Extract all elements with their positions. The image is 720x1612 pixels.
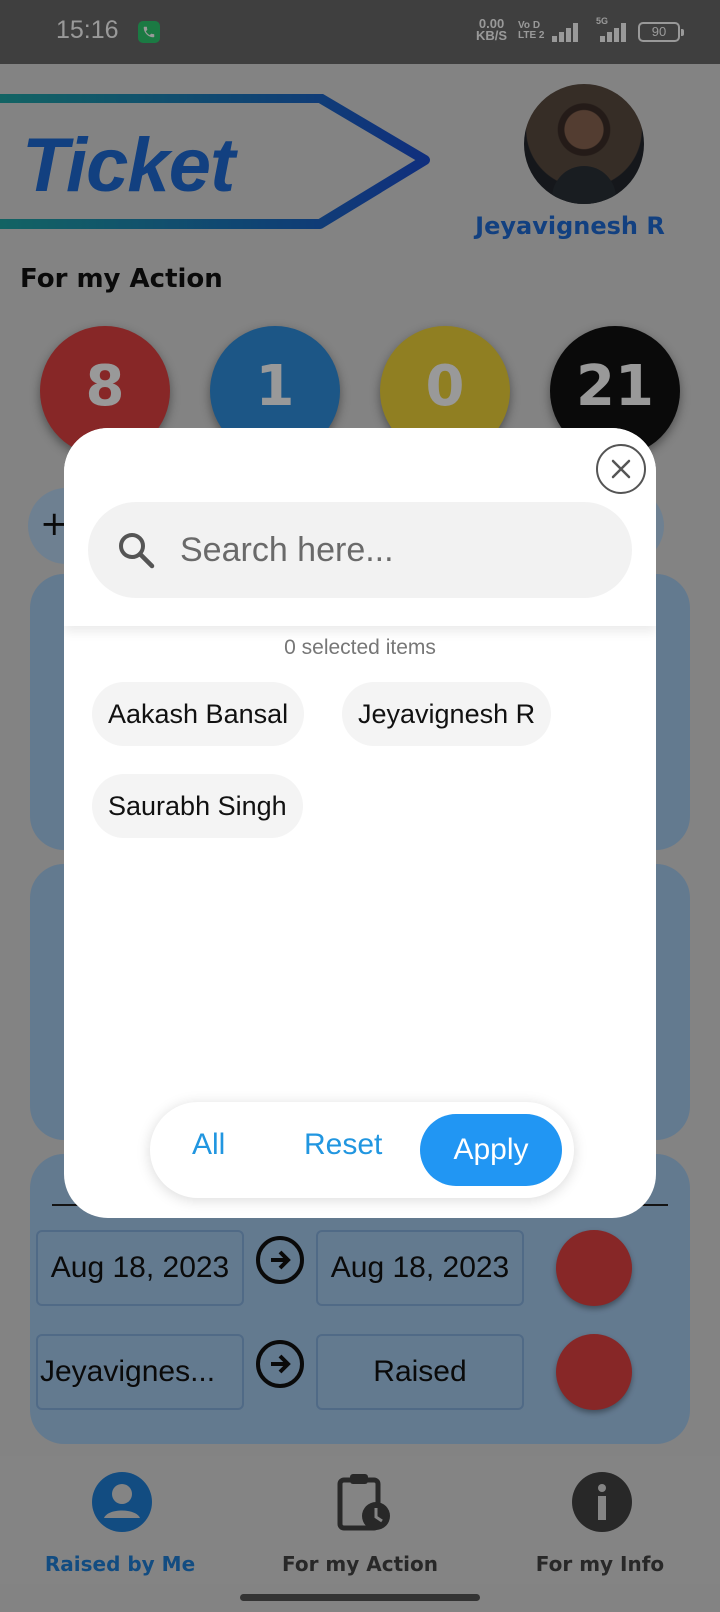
modal-action-bar: All Reset Apply — [150, 1102, 574, 1198]
search-icon — [119, 533, 155, 569]
apply-button[interactable]: Apply — [420, 1114, 562, 1186]
selected-count: 0 selected items — [284, 636, 436, 659]
close-button[interactable] — [596, 444, 646, 494]
search-input[interactable] — [180, 526, 600, 574]
option-chip[interactable]: Jeyavignesh R — [342, 682, 552, 746]
reset-button[interactable]: Reset — [304, 1128, 382, 1162]
filter-modal: 0 selected items Aakash Bansal Jeyavigne… — [64, 428, 656, 1218]
select-all-button[interactable]: All — [192, 1128, 225, 1162]
search-box[interactable] — [88, 502, 632, 598]
modal-header — [64, 428, 656, 626]
option-chip[interactable]: Saurabh Singh — [92, 774, 303, 838]
close-icon — [611, 459, 631, 479]
option-chip[interactable]: Aakash Bansal — [92, 682, 305, 746]
